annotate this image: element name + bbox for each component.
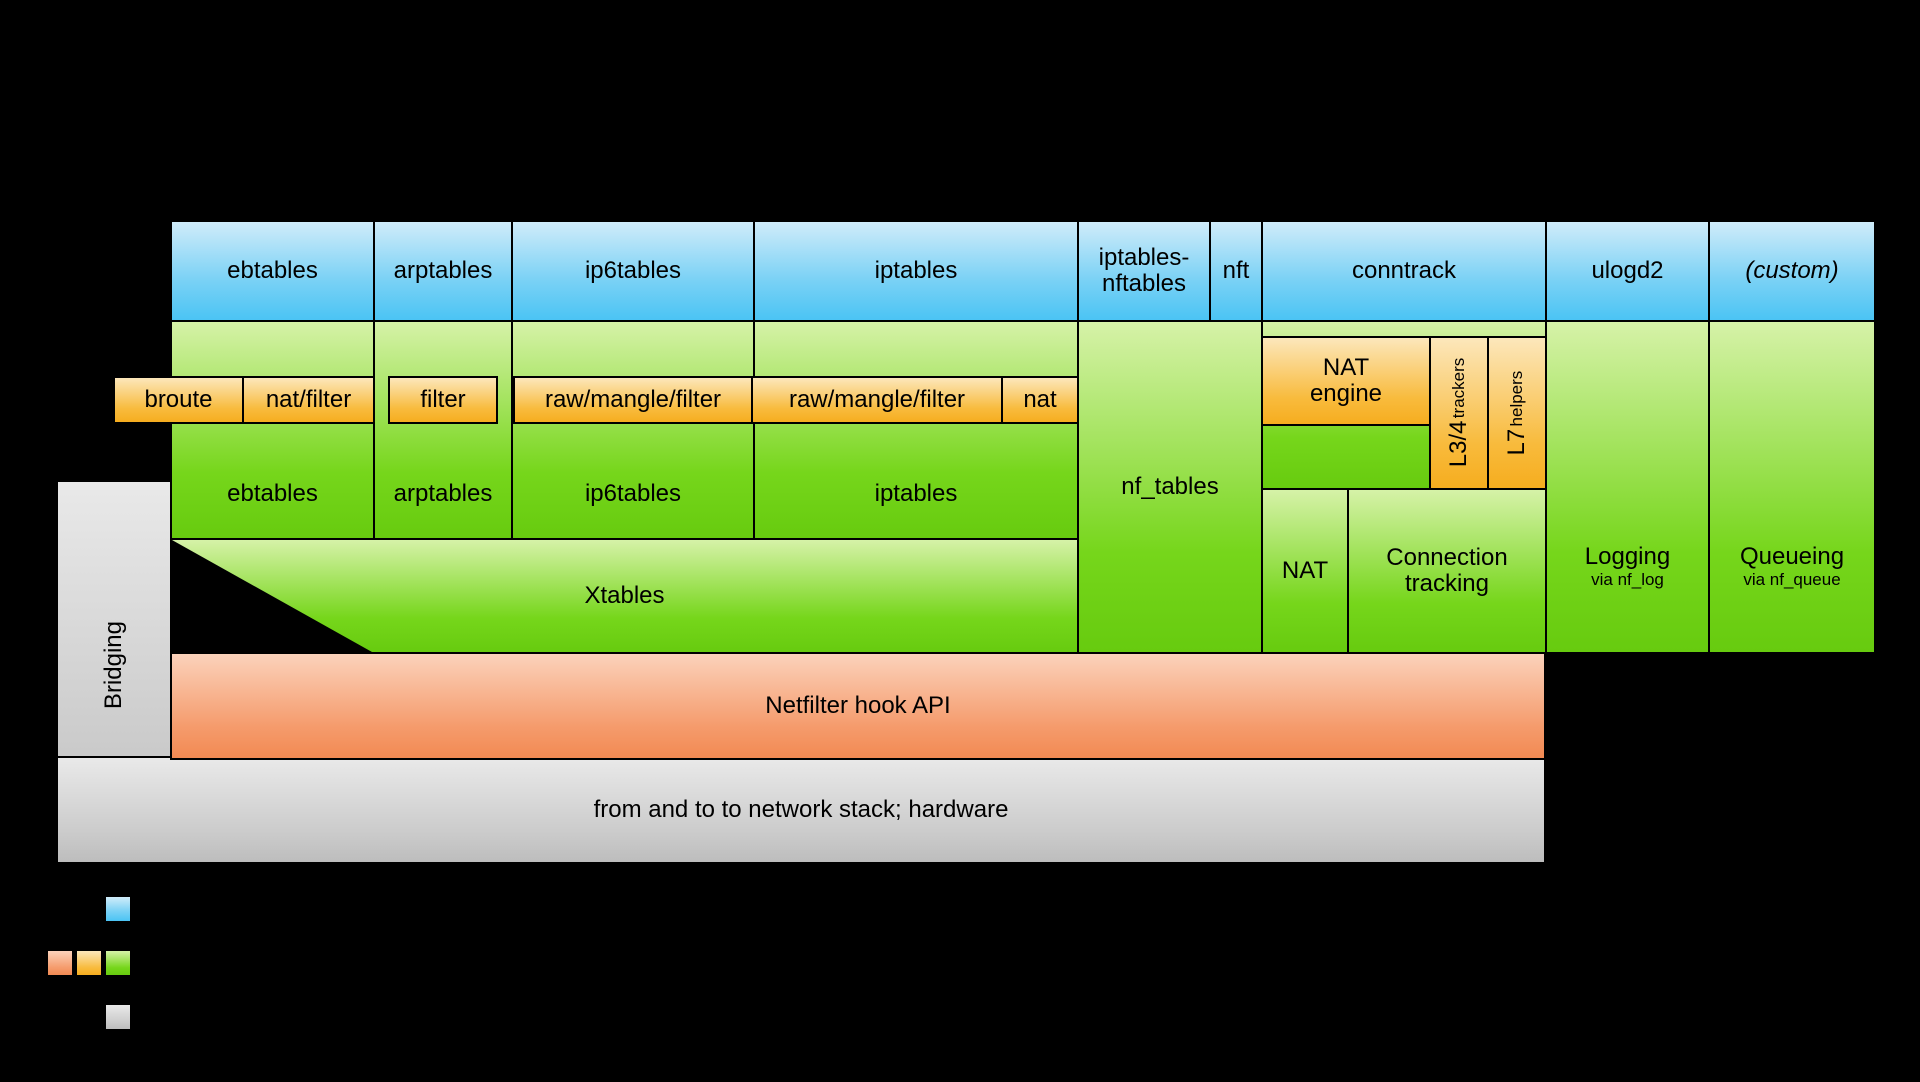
- conntrack-l2: tracking: [1405, 571, 1489, 597]
- top-iptables-nftables-l1: iptables-: [1099, 245, 1190, 271]
- rmf1-label: raw/mangle/filter: [545, 386, 721, 414]
- top-ulogd2: ulogd2: [1545, 220, 1710, 322]
- top-custom: (custom): [1708, 220, 1876, 322]
- rmf2-label: raw/mangle/filter: [789, 386, 965, 414]
- xtables-label: Xtables: [584, 582, 664, 610]
- natfilter-label: nat/filter: [266, 386, 351, 414]
- green-ip6tables-label: ip6tables: [585, 480, 681, 508]
- green-arptables-label: arptables: [394, 480, 493, 508]
- network-stack-label: from and to to network stack; hardware: [594, 796, 1009, 824]
- nat-engine-l1: NAT: [1323, 355, 1369, 381]
- top-nft: nft: [1209, 220, 1263, 322]
- l7-label: L7: [1503, 429, 1531, 456]
- green-iptables-label: iptables: [875, 480, 958, 508]
- netfilter-hook-box: Netfilter hook API: [170, 652, 1546, 760]
- logging-box: Logging via nf_log: [1545, 320, 1710, 654]
- top-iptables: iptables: [753, 220, 1079, 322]
- legend-green: [105, 950, 131, 976]
- l7-sub: helpers: [1507, 371, 1527, 427]
- top-custom-label: (custom): [1745, 257, 1838, 285]
- filter-label: filter: [420, 386, 465, 414]
- l7-wrap: L7 helpers: [1503, 371, 1531, 455]
- natfilter-box: nat/filter: [242, 376, 375, 424]
- l34-box: L3/4 trackers: [1429, 336, 1489, 490]
- green-strip-ip6tables: ip6tables: [511, 320, 755, 540]
- rmf2-box: raw/mangle/filter: [751, 376, 1003, 424]
- top-iptables-label: iptables: [875, 257, 958, 285]
- nat-small-label: nat: [1023, 386, 1056, 414]
- top-ebtables: ebtables: [170, 220, 375, 322]
- legend-grey: [105, 1004, 131, 1030]
- green-strip-ebtables: ebtables: [170, 320, 375, 540]
- legend-blue: [105, 896, 131, 922]
- queueing-l1: Queueing: [1740, 544, 1844, 570]
- nf-tables-label: nf_tables: [1121, 473, 1218, 501]
- top-arptables-label: arptables: [394, 257, 493, 285]
- filter-box: filter: [388, 376, 498, 424]
- queueing-l2: via nf_queue: [1743, 571, 1840, 590]
- nat-engine-box: NAT engine: [1261, 336, 1431, 426]
- nat-engine-l2: engine: [1310, 381, 1382, 407]
- bridging-label: Bridging: [100, 621, 128, 709]
- top-ip6tables-label: ip6tables: [585, 257, 681, 285]
- rmf1-box: raw/mangle/filter: [513, 376, 753, 424]
- conntrack-l1: Connection: [1386, 545, 1507, 571]
- nf-tables-box: nf_tables: [1077, 320, 1263, 654]
- logging-l2: via nf_log: [1591, 571, 1664, 590]
- top-arptables: arptables: [373, 220, 513, 322]
- top-conntrack-label: conntrack: [1352, 257, 1456, 285]
- netfilter-hook-label: Netfilter hook API: [765, 692, 950, 720]
- l34-sub: trackers: [1449, 358, 1469, 418]
- l34-wrap: L3/4 trackers: [1445, 358, 1473, 467]
- nat-box: NAT: [1261, 488, 1349, 654]
- top-iptables-nftables-l2: nftables: [1102, 271, 1186, 297]
- broute-box: broute: [113, 376, 244, 424]
- broute-label: broute: [144, 386, 212, 414]
- network-stack-box: from and to to network stack; hardware: [56, 756, 1546, 864]
- connection-tracking-box: Connection tracking: [1347, 488, 1547, 654]
- nat-small-box: nat: [1001, 376, 1079, 424]
- green-strip-arptables: arptables: [373, 320, 513, 540]
- l7-box: L7 helpers: [1487, 336, 1547, 490]
- top-ip6tables: ip6tables: [511, 220, 755, 322]
- nat-label: NAT: [1282, 557, 1328, 585]
- top-ulogd2-label: ulogd2: [1591, 257, 1663, 285]
- top-ebtables-label: ebtables: [227, 257, 318, 285]
- top-conntrack: conntrack: [1261, 220, 1547, 322]
- queueing-box: Queueing via nf_queue: [1708, 320, 1876, 654]
- green-strip-iptables: iptables: [753, 320, 1079, 540]
- legend-orange: [76, 950, 102, 976]
- legend-salmon: [47, 950, 73, 976]
- top-iptables-nftables: iptables- nftables: [1077, 220, 1211, 322]
- top-nft-label: nft: [1223, 257, 1250, 285]
- l34-label: L3/4: [1445, 421, 1473, 468]
- green-ebtables-label: ebtables: [227, 480, 318, 508]
- logging-l1: Logging: [1585, 544, 1670, 570]
